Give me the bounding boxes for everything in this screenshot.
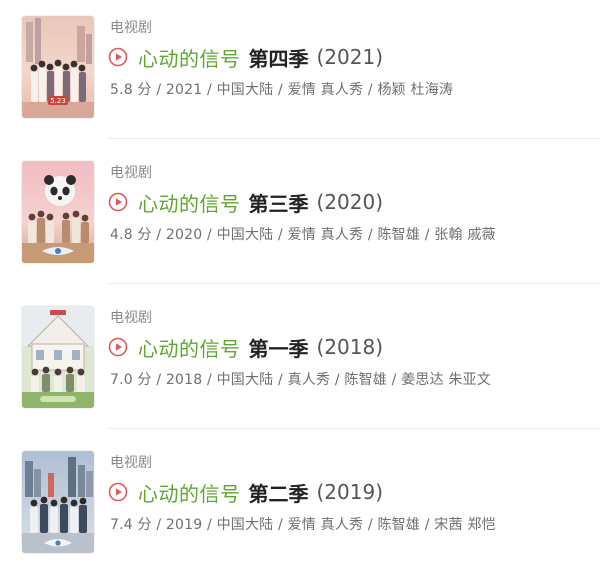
poster-image[interactable]: 5.23 xyxy=(22,16,94,118)
show-title[interactable]: 心动的信号 xyxy=(138,478,241,507)
play-circle-icon[interactable] xyxy=(108,337,128,357)
title-link[interactable]: 心动的信号 第三季 (2020) xyxy=(108,187,383,217)
svg-text:5.23: 5.23 xyxy=(50,97,66,105)
season-label[interactable]: 第一季 xyxy=(249,333,309,362)
category-label: 电视剧 xyxy=(110,20,152,36)
year-label: (2020) xyxy=(316,190,384,214)
title-link[interactable]: 心动的信号 第一季 (2018) xyxy=(108,332,383,362)
meta-info: 7.0 分 / 2018 / 中国大陆 / 真人秀 / 陈智雄 / 姜思达 朱亚… xyxy=(110,372,492,388)
divider xyxy=(108,283,600,284)
show-title[interactable]: 心动的信号 xyxy=(138,333,241,362)
poster-season-1-graphic xyxy=(22,306,94,408)
divider xyxy=(108,428,600,429)
result-item-season-4[interactable]: 5.23 电视剧 心动的信号 第四季 (2021) 5.8 分 / 2021 /… xyxy=(0,0,600,140)
show-title[interactable]: 心动的信号 xyxy=(138,188,241,217)
category-label: 电视剧 xyxy=(110,455,152,471)
poster-image[interactable] xyxy=(22,306,94,408)
poster-season-4-graphic: 5.23 xyxy=(22,16,94,118)
category-label: 电视剧 xyxy=(110,310,152,326)
year-label: (2018) xyxy=(316,335,384,359)
poster-image[interactable] xyxy=(22,451,94,553)
search-result-list: 5.23 电视剧 心动的信号 第四季 (2021) 5.8 分 / 2021 /… xyxy=(0,0,600,563)
title-link[interactable]: 心动的信号 第二季 (2019) xyxy=(108,477,383,507)
meta-info: 7.4 分 / 2019 / 中国大陆 / 爱情 真人秀 / 陈智雄 / 宋茜 … xyxy=(110,517,496,533)
poster-season-2-graphic xyxy=(22,451,94,553)
meta-info: 5.8 分 / 2021 / 中国大陆 / 爱情 真人秀 / 杨颖 杜海涛 xyxy=(110,82,454,98)
poster-season-3-graphic xyxy=(22,161,94,263)
result-item-season-2[interactable]: 电视剧 心动的信号 第二季 (2019) 7.4 分 / 2019 / 中国大陆… xyxy=(0,435,600,575)
meta-info: 4.8 分 / 2020 / 中国大陆 / 爱情 真人秀 / 陈智雄 / 张翰 … xyxy=(110,227,496,243)
season-label[interactable]: 第三季 xyxy=(249,188,309,217)
divider xyxy=(108,138,600,139)
year-label: (2019) xyxy=(316,480,384,504)
show-title[interactable]: 心动的信号 xyxy=(138,43,241,72)
season-label[interactable]: 第四季 xyxy=(249,43,309,72)
play-circle-icon[interactable] xyxy=(108,192,128,212)
result-item-season-3[interactable]: 电视剧 心动的信号 第三季 (2020) 4.8 分 / 2020 / 中国大陆… xyxy=(0,145,600,285)
title-link[interactable]: 心动的信号 第四季 (2021) xyxy=(108,42,383,72)
result-item-season-1[interactable]: 电视剧 心动的信号 第一季 (2018) 7.0 分 / 2018 / 中国大陆… xyxy=(0,290,600,430)
play-circle-icon[interactable] xyxy=(108,47,128,67)
season-label[interactable]: 第二季 xyxy=(249,478,309,507)
category-label: 电视剧 xyxy=(110,165,152,181)
play-circle-icon[interactable] xyxy=(108,482,128,502)
year-label: (2021) xyxy=(316,45,384,69)
poster-image[interactable] xyxy=(22,161,94,263)
